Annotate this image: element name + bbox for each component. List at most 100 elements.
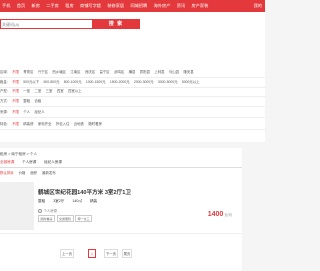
filter-label: 户型: <box>0 89 8 93</box>
listing-price-value: 1400 <box>207 211 224 218</box>
nav-item-secondhand[interactable]: 二手房 <box>43 0 62 12</box>
pager-next[interactable]: 下一页 <box>104 249 118 258</box>
pager-last[interactable]: 尾页 <box>122 249 132 258</box>
filter-option[interactable]: 武鸣区 <box>114 69 124 74</box>
divider <box>0 129 265 130</box>
pager-prev[interactable]: 上一页 <box>60 249 74 258</box>
divider <box>0 117 265 118</box>
search-button[interactable]: 搜 索 <box>92 19 140 29</box>
filter-option[interactable]: 近地铁 <box>74 121 84 126</box>
filter-option[interactable]: 兴宁区 <box>38 69 48 74</box>
filter-option[interactable]: 二室 <box>34 88 41 93</box>
listing-item[interactable]: 鹤城区世纪花园140平方米 3室2厅1卫 整租 3室2厅 140㎡ 精装 个人房… <box>0 182 242 234</box>
filter-option[interactable]: 个人 <box>23 109 30 114</box>
listing-title[interactable]: 鹤城区世纪花园140平方米 3室2厅1卫 <box>38 188 131 196</box>
person-icon <box>38 208 42 213</box>
filter-panel: 区域: 不限 青秀区 兴宁区 西乡塘区 江南区 良庆区 邕宁区 武鸣区 横县 宾阳县 上林县 马山县 隆安… <box>0 37 265 142</box>
tab-agent[interactable]: 经纪人房源 <box>44 160 62 165</box>
nav-item-news[interactable]: 资讯 <box>174 0 189 12</box>
filter-option[interactable]: 3000-5000元 <box>158 79 178 84</box>
filter-option[interactable]: 三室 <box>46 88 53 93</box>
filter-option[interactable]: 500-800元 <box>44 79 60 84</box>
filter-option[interactable]: 一室 <box>23 88 30 93</box>
nav-item-new[interactable]: 新房 <box>28 0 43 12</box>
search-input[interactable]: 关键词(A) <box>0 19 92 29</box>
sort-area[interactable]: 面积 <box>30 170 37 175</box>
sort-bar: 默认排序 价格 面积 最新发布 <box>0 168 242 176</box>
filter-option[interactable]: 拎包入住 <box>56 121 70 126</box>
pager-current[interactable]: 1 <box>88 249 96 258</box>
filter-row-feature: 特色: 不限 精装修 家电齐全 拎包入住 近地铁 随时看房 <box>0 121 106 126</box>
filter-row-type: 户型: 不限 一室 二室 三室 四室 四室以上 <box>0 88 86 93</box>
listing-agent: 个人房源 <box>38 208 57 213</box>
filter-option[interactable]: 不限 <box>12 98 19 103</box>
filter-option[interactable]: 青秀区 <box>23 69 33 74</box>
filter-option[interactable]: 500元以下 <box>23 79 39 84</box>
divider <box>0 96 265 97</box>
filter-label: 租金: <box>0 80 8 84</box>
filter-option[interactable]: 1500-2000元 <box>110 79 130 84</box>
pagination: 上一页 1 下一页 尾页 <box>0 249 242 259</box>
sort-default[interactable]: 默认排序 <box>0 170 14 175</box>
filter-option[interactable]: 1000-1500元 <box>86 79 106 84</box>
filter-option[interactable]: 800-1000元 <box>64 79 82 84</box>
nav-item-decor[interactable]: 装修家居 <box>104 0 127 12</box>
listing-price-unit: 元/月 <box>224 213 232 217</box>
tab-all[interactable]: 全部房源 <box>0 160 14 165</box>
top-nav: 手机 首页 新房 二手房 租房 商铺写字楼 装修家居 同城招聘 海外房产 资讯 … <box>0 0 265 12</box>
filter-option[interactable]: 不限 <box>12 109 19 114</box>
filter-option[interactable]: 合租 <box>34 98 41 103</box>
filter-label: 特色: <box>0 122 8 126</box>
listing-thumbnail[interactable] <box>0 182 34 230</box>
tab-personal[interactable]: 个人房源 <box>22 160 36 165</box>
filter-option[interactable]: 上林县 <box>154 69 164 74</box>
filter-option[interactable]: 精装修 <box>23 121 33 126</box>
filter-option[interactable]: 5000元以上 <box>182 79 200 84</box>
filter-option[interactable]: 宾阳县 <box>140 69 150 74</box>
divider <box>0 77 265 78</box>
nav-item-overseas[interactable]: 海外房产 <box>150 0 173 12</box>
breadcrumb: 租房 > 南宁租房 > 个人 <box>0 152 37 156</box>
filter-option[interactable]: 不限 <box>12 121 19 126</box>
filter-option[interactable]: 西乡塘区 <box>52 69 66 74</box>
sort-price[interactable]: 价格 <box>19 170 26 175</box>
nav-item-office[interactable]: 商铺写字楼 <box>77 0 104 12</box>
nav-item-rent[interactable]: 租房 <box>62 0 77 12</box>
filter-option[interactable]: 四室以上 <box>68 88 82 93</box>
filter-option[interactable]: 随时看房 <box>88 121 102 126</box>
filter-option[interactable]: 不限 <box>12 88 19 93</box>
nav-my-account[interactable]: 我的 <box>251 3 265 9</box>
filter-option[interactable]: 不限 <box>12 79 19 84</box>
filter-label: 方式: <box>0 99 8 103</box>
listing-panel: 租房 > 南宁租房 > 个人 全部房源 个人房源 经纪人房源 默认排序 价格 面… <box>0 148 242 271</box>
sort-latest[interactable]: 最新发布 <box>42 170 56 175</box>
filter-option[interactable]: 马山县 <box>169 69 179 74</box>
listing-tag: 交通便利 <box>56 215 74 223</box>
filter-label: 来源: <box>0 110 8 114</box>
filter-option[interactable]: 家电齐全 <box>38 121 52 126</box>
filter-option[interactable]: 良庆区 <box>85 69 95 74</box>
filter-label: 区域: <box>0 70 8 74</box>
filter-option[interactable]: 隆安县 <box>183 69 193 74</box>
filter-option[interactable]: 2000-3000元 <box>134 79 154 84</box>
filter-option[interactable]: 经纪人 <box>34 109 44 114</box>
filter-option[interactable]: 整租 <box>23 98 30 103</box>
filter-option[interactable]: 江南区 <box>70 69 80 74</box>
filter-row-district: 区域: 不限 青秀区 兴宁区 西乡塘区 江南区 良庆区 邕宁区 武鸣区 横县 宾阳县 上林县 马山县 隆安… <box>0 69 198 74</box>
nav-item-mobile[interactable]: 手机 <box>0 0 14 12</box>
search-bar: 关键词(A) 搜 索 <box>0 12 265 37</box>
listing-agent-label: 个人房源 <box>43 209 58 213</box>
filter-option[interactable]: 横县 <box>129 69 136 74</box>
nav-item-jobs[interactable]: 同城招聘 <box>127 0 150 12</box>
filter-option[interactable]: 邕宁区 <box>100 69 110 74</box>
filter-row-rent: 租金: 不限 500元以下 500-800元 800-1000元 1000-1500元 15… <box>0 79 204 84</box>
nav-item-home[interactable]: 首页 <box>14 0 29 12</box>
listing-area: 140㎡ <box>72 199 82 203</box>
filter-option[interactable]: 不限 <box>12 69 19 74</box>
listing-tabs: 全部房源 个人房源 经纪人房源 <box>0 158 242 168</box>
filter-option[interactable]: 四室 <box>57 88 64 93</box>
nav-item-homedecor[interactable]: 房产家装 <box>188 0 211 12</box>
listing-rent-mode: 整租 <box>38 199 46 203</box>
divider <box>0 106 265 107</box>
listing-decor: 精装 <box>89 199 98 203</box>
